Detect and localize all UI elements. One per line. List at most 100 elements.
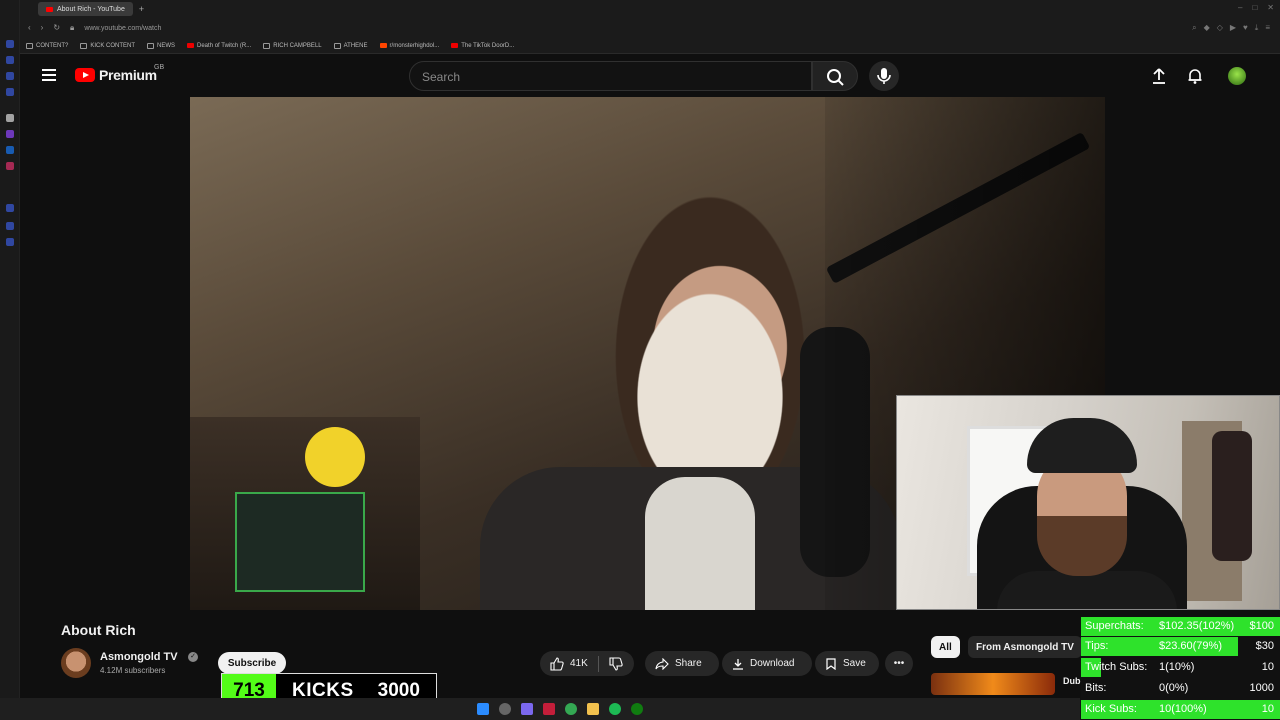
folder-icon: [263, 42, 271, 49]
divider: [597, 655, 599, 672]
sidebar-icon[interactable]: [6, 238, 14, 246]
new-tab-button[interactable]: +: [139, 4, 144, 14]
youtube-logo-icon: [75, 68, 95, 82]
opera-browser-icon[interactable]: [543, 703, 555, 715]
tracker-value: 1(10%): [1159, 661, 1195, 673]
more-actions-button[interactable]: •••: [885, 651, 913, 676]
sidebar-icon[interactable]: [6, 72, 14, 80]
reload-icon[interactable]: ↻: [53, 23, 60, 33]
bookmark-item[interactable]: Death of Twitch (R...: [187, 43, 251, 49]
extension-icon[interactable]: ◆: [1204, 23, 1210, 33]
save-icon: [826, 657, 836, 670]
reddit-favicon-icon: [379, 43, 387, 48]
hamburger-menu-icon[interactable]: [42, 69, 56, 81]
chip-from-channel[interactable]: From Asmongold TV: [968, 636, 1082, 658]
sidebar-icon[interactable]: [6, 114, 14, 122]
video-title: About Rich: [61, 622, 136, 638]
heart-icon[interactable]: ♥: [1243, 23, 1248, 33]
nav-buttons: ‹ › ↻ 🔒︎: [28, 23, 74, 33]
bookmark-item[interactable]: CONTENT?: [26, 42, 68, 49]
verified-check-icon: ✓: [188, 652, 198, 662]
voice-search-button[interactable]: [869, 61, 899, 91]
like-dislike-group: 41K: [540, 651, 634, 676]
subscribe-button[interactable]: Subscribe: [218, 652, 286, 674]
tracker-goal: $30: [1255, 640, 1274, 652]
address-bar-row: ‹ › ↻ 🔒︎ www.youtube.com/watch ⌕ ◆ ◇ ▶ ♥…: [20, 18, 1280, 38]
tracker-label: Twitch Subs:: [1085, 661, 1148, 673]
folder-icon: [147, 42, 155, 49]
webcam-region: [997, 571, 1177, 609]
chip-all[interactable]: All: [931, 636, 960, 658]
notifications-bell-icon[interactable]: [1186, 67, 1204, 85]
tracker-row: Bits: 0(0%) 1000: [1081, 679, 1280, 698]
tracker-label: Tips:: [1085, 640, 1109, 652]
search-icon[interactable]: [499, 703, 511, 715]
download-icon[interactable]: ⤓: [1255, 23, 1259, 33]
save-label: Save: [843, 658, 866, 669]
instagram-icon[interactable]: [6, 162, 14, 170]
search-button[interactable]: [812, 61, 858, 91]
sidebar-icon[interactable]: [6, 222, 14, 230]
channel-name[interactable]: Asmongold TV: [100, 651, 178, 663]
browser-tab[interactable]: About Rich - YouTube: [38, 2, 133, 16]
channel-avatar[interactable]: [61, 648, 91, 678]
extension-icons: ⌕ ◆ ◇ ▶ ♥ ⤓ ≡: [1192, 23, 1270, 33]
windows-taskbar: [0, 698, 1080, 720]
webcam-overlay: [896, 395, 1280, 610]
video-frame-region: [645, 477, 755, 610]
download-icon: [733, 658, 743, 670]
download-button[interactable]: Download: [722, 651, 812, 676]
chrome-browser-icon[interactable]: [565, 703, 577, 715]
menu-icon[interactable]: ≡: [1265, 23, 1270, 33]
sidebar-icon[interactable]: [6, 56, 14, 64]
bookmark-item[interactable]: NEWS: [147, 42, 175, 49]
tracker-goal: 10: [1261, 661, 1274, 673]
search-input[interactable]: Search: [409, 61, 812, 91]
windows-start-icon[interactable]: [477, 703, 489, 715]
extension-icon[interactable]: ▶: [1230, 23, 1236, 33]
taskbar-app-icon[interactable]: [521, 703, 533, 715]
tracker-row: Superchats: $102.35(102%) $100: [1081, 617, 1280, 636]
download-label: Download: [750, 658, 795, 669]
address-field[interactable]: www.youtube.com/watch: [84, 25, 161, 32]
thumbs-down-icon[interactable]: [609, 656, 623, 671]
share-button[interactable]: Share: [645, 651, 719, 676]
close-icon[interactable]: ✕: [1267, 3, 1274, 12]
tracker-label: Superchats:: [1085, 620, 1144, 632]
like-count[interactable]: 41K: [570, 658, 588, 669]
sidebar-icon[interactable]: [6, 40, 14, 48]
messenger-icon[interactable]: [6, 146, 14, 154]
bookmark-item[interactable]: The TikTok DoorD...: [451, 43, 514, 49]
bookmark-item[interactable]: ATHENE: [333, 42, 368, 49]
browser-sidebar: [0, 0, 20, 700]
tracker-goal: $100: [1249, 620, 1274, 632]
spotify-icon[interactable]: [609, 703, 621, 715]
twitch-icon[interactable]: [6, 130, 14, 138]
related-video-title[interactable]: Dub: [1063, 676, 1081, 686]
tracker-goal: 10: [1261, 703, 1274, 715]
xbox-icon[interactable]: [631, 703, 643, 715]
region-code: GB: [154, 64, 165, 71]
extension-icon[interactable]: ◇: [1217, 23, 1223, 33]
minimize-icon[interactable]: –: [1238, 3, 1242, 12]
forward-icon[interactable]: ›: [41, 23, 44, 33]
bookmark-item[interactable]: KICK CONTENT: [80, 42, 135, 49]
lock-icon: 🔒︎: [70, 23, 75, 32]
file-explorer-icon[interactable]: [587, 703, 599, 715]
zoom-icon[interactable]: ⌕: [1192, 23, 1196, 33]
bookmarks-bar: CONTENT? KICK CONTENT NEWS Death of Twit…: [20, 38, 1280, 54]
thumbs-up-icon[interactable]: [550, 656, 564, 671]
account-avatar[interactable]: [1228, 67, 1246, 85]
sidebar-icon[interactable]: [6, 88, 14, 96]
donation-tracker-overlay: Superchats: $102.35(102%) $100 Tips: $23…: [1081, 617, 1280, 720]
youtube-premium-logo[interactable]: Premium: [75, 67, 157, 83]
related-video-thumbnail[interactable]: [931, 673, 1055, 695]
back-icon[interactable]: ‹: [28, 23, 31, 33]
bookmark-item[interactable]: RICH CAMPBELL: [263, 42, 322, 49]
maximize-icon[interactable]: □: [1252, 3, 1257, 12]
save-button[interactable]: Save: [815, 651, 879, 676]
sidebar-icon[interactable]: [6, 204, 14, 212]
tracker-row: Kick Subs: 10(100%) 10: [1081, 700, 1280, 719]
upload-icon[interactable]: [1150, 67, 1168, 85]
bookmark-item[interactable]: r/monsterhighdol...: [379, 43, 439, 49]
